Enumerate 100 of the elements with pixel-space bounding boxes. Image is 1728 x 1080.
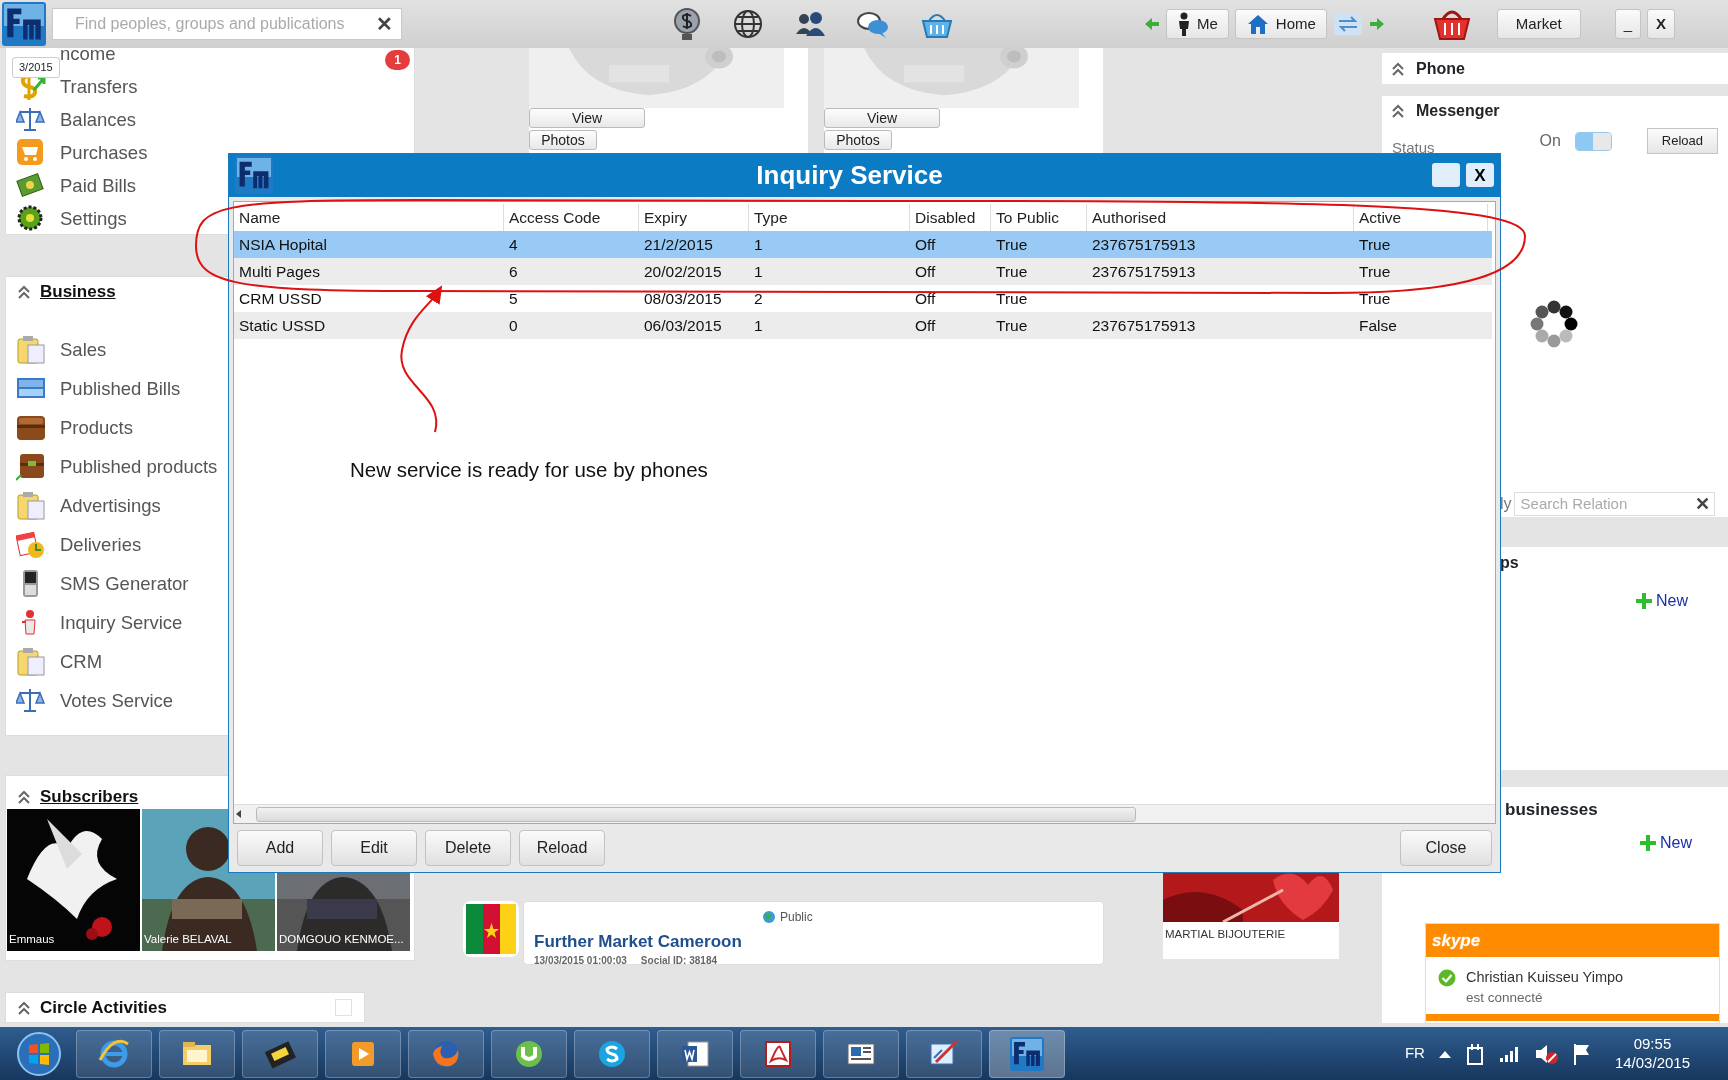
action-button[interactable]: Add [237,830,323,866]
toggle-switch[interactable] [1574,131,1612,151]
action-button[interactable]: Delete [425,830,511,866]
taskbar-button[interactable] [242,1029,318,1078]
speaker-muted-icon[interactable] [1534,1042,1559,1065]
column-header[interactable]: Access Code [509,205,601,229]
table-row[interactable]: Static USSD 0 06/03/2015 1 Off True 237675175913 False [234,311,1492,339]
clock[interactable]: 09:55 14/03/2015 [1614,1034,1690,1073]
action-button[interactable]: Reload [519,830,605,866]
section-title[interactable]: Subscribers [40,784,139,810]
clear-button[interactable]: ✕ [376,14,393,34]
clear-button[interactable]: ✕ [1694,495,1710,513]
action-button[interactable]: Edit [331,830,417,866]
collapse-icon[interactable] [18,790,30,804]
me-button[interactable]: Me [1166,9,1229,39]
scrollbar[interactable] [256,806,1136,822]
taskbar-button[interactable] [989,1029,1065,1078]
collapse-icon[interactable] [1392,61,1404,76]
power-icon[interactable] [1464,1042,1485,1065]
taskbar-button[interactable] [574,1029,650,1078]
sidebar-item[interactable]: Products [6,408,133,447]
taskbar-button[interactable] [823,1029,899,1078]
brand-label: skype [1432,929,1481,952]
globe-icon[interactable] [732,8,764,40]
close-button[interactable]: Close [1400,830,1492,866]
panel-title[interactable]: businesses [1505,797,1728,823]
taskbar-button[interactable] [76,1029,152,1078]
close-button[interactable]: X [1647,9,1676,39]
maximize-button[interactable] [1432,163,1460,188]
chevron-up-icon[interactable] [1438,1049,1451,1058]
post-card[interactable]: Public Further Market Cameroon 13/03/2015 01:00:03 Social ID: 38184 [523,901,1104,965]
logo-icon[interactable] [2,2,46,46]
flag-icon [463,901,519,957]
subscriber-name[interactable]: Emmaus [9,930,55,948]
sidebar-item[interactable]: Advertisings [6,486,161,525]
column-header[interactable]: Name [239,205,281,229]
collapse-icon[interactable] [1392,104,1404,118]
sidebar-item[interactable]: Sales [6,330,107,369]
taskbar-button[interactable] [159,1029,235,1078]
sidebar-item[interactable]: Votes Service [6,681,174,720]
notification-popup[interactable]: skype Christian Kuisseu Yimpo est connecté [1425,923,1720,1024]
column-header[interactable]: Authorised [1092,205,1167,229]
coin-icon[interactable] [672,7,702,41]
sidebar-item[interactable]: Published Bills [6,369,181,408]
flag-icon[interactable] [1572,1042,1591,1065]
arrow-left-icon[interactable] [234,809,242,819]
sidebar-item[interactable]: Purchases [6,136,148,169]
sidebar-item[interactable]: Inquiry Service [6,603,183,642]
table-cell-text: 237675175913 [1092,234,1196,255]
photos-button[interactable]: Photos [529,130,597,150]
logo-icon[interactable] [235,156,273,195]
view-button[interactable]: View [529,108,645,128]
market-button[interactable]: Market [1496,9,1581,39]
sidebar-item[interactable]: Deliveries [6,525,142,564]
section-title[interactable]: Business [40,279,116,305]
annotation-text: New service is ready for use by phones [350,457,708,483]
column-header[interactable]: Type [754,205,788,229]
checkbox[interactable] [335,999,352,1016]
sidebar-item[interactable]: Paid Bills [6,169,137,202]
sidebar-item[interactable]: CRM [6,642,103,681]
chat-icon[interactable] [856,9,890,39]
taskbar-button[interactable] [906,1029,982,1078]
clipboard-icon [16,646,46,677]
sidebar-item[interactable]: SMS Generator [6,564,189,603]
signal-icon[interactable] [1498,1045,1521,1062]
logo-icon[interactable] [1010,1036,1044,1071]
column-header[interactable]: Expiry [644,205,688,229]
home-button[interactable]: Home [1234,9,1327,39]
panel-title[interactable]: Phone [1416,56,1465,81]
language-indicator[interactable]: FR [1404,1042,1425,1065]
new-link[interactable]: New [1636,589,1728,613]
sidebar-item[interactable]: Published products [6,447,218,486]
sidebar-item[interactable]: Balances [6,103,137,136]
taskbar-button[interactable] [740,1029,816,1078]
panel-title[interactable]: ps [1500,551,1728,575]
people-icon[interactable] [794,10,826,38]
post-title[interactable]: Further Market Cameroon [534,929,1093,955]
view-button[interactable]: View [824,108,940,128]
taskbar-button[interactable] [491,1029,567,1078]
collapse-icon[interactable] [18,285,30,299]
globe-icon [762,910,776,924]
new-link[interactable]: New [1640,830,1728,855]
minimize-button[interactable]: _ [1614,9,1642,39]
table-row[interactable]: Multi Pages 6 20/02/2015 1 Off True 237675175913 True [234,257,1492,285]
column-header[interactable]: Active [1359,205,1402,229]
swap-icon[interactable] [1332,12,1363,36]
panel-title[interactable]: Messenger [1416,99,1500,123]
sidebar-item[interactable]: ncome [60,48,116,70]
column-header[interactable]: Disabled [915,205,976,229]
reload-button[interactable]: Reload [1646,128,1718,154]
close-button[interactable]: X [1466,163,1494,188]
table-row[interactable]: NSIA Hopital 4 21/2/2015 1 Off True 237675175913 True [234,230,1492,258]
column-header[interactable]: To Public [996,205,1059,229]
sidebar-item[interactable]: Settings [6,202,127,235]
search-field[interactable]: Search Relation ✕ [1513,492,1715,516]
start-icon[interactable] [16,1030,62,1077]
photos-button[interactable]: Photos [824,130,892,150]
collapse-icon[interactable] [18,1000,30,1015]
taskbar-button[interactable] [657,1029,733,1078]
search-field[interactable]: Find peoples, groups and publications ✕ [52,8,402,40]
